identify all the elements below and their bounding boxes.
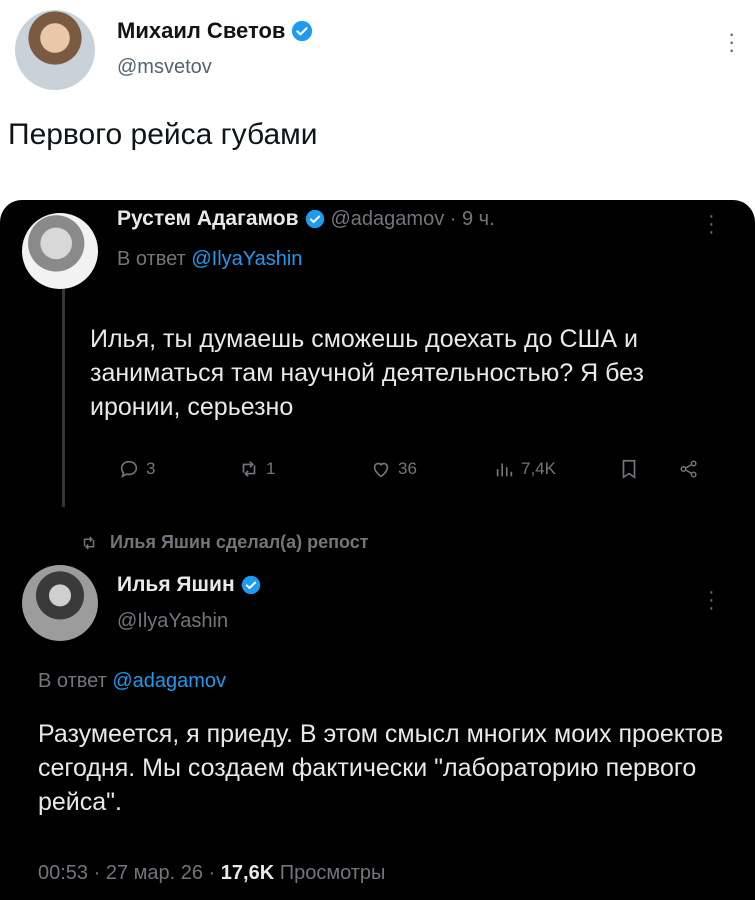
- repost-icon: [242, 461, 256, 477]
- bookmark-icon: [622, 459, 636, 479]
- like-action[interactable]: 36: [370, 458, 417, 480]
- avatar[interactable]: [22, 213, 98, 289]
- tweet-meta: 00:53 · 27 мар. 26 · 17,6K Просмотры: [38, 862, 385, 885]
- repost-count: 1: [266, 459, 276, 478]
- bookmark-action[interactable]: [618, 458, 640, 480]
- author-name-text: Михаил Светов: [117, 18, 286, 43]
- views-action[interactable]: 7,4K: [493, 458, 556, 480]
- reply-author-meta: @adagamov · 9 ч.: [330, 207, 495, 230]
- main-author-handle[interactable]: @IlyaYashin: [117, 610, 228, 633]
- main-tweet-text: Разумеется, я приеду. В этом смысл многи…: [38, 720, 724, 816]
- views-count: 7,4K: [521, 459, 556, 478]
- share-icon: [680, 460, 697, 478]
- more-options-icon[interactable]: · · ·: [708, 582, 715, 618]
- verified-badge-icon: [292, 20, 313, 42]
- views-label: Просмотры: [279, 862, 386, 884]
- reply-context: В ответ @adagamov: [38, 670, 226, 693]
- more-options-icon[interactable]: · · ·: [708, 206, 715, 242]
- repost-icon: [83, 535, 95, 550]
- heart-icon: [373, 462, 389, 478]
- timestamp[interactable]: 00:53 · 27 мар. 26 ·: [38, 862, 215, 884]
- reply-author-name[interactable]: Рустем Адагамов @adagamov · 9 ч.: [117, 207, 495, 231]
- reply-icon: [120, 460, 138, 479]
- share-action[interactable]: [678, 458, 700, 480]
- avatar[interactable]: [15, 10, 95, 90]
- more-options-icon[interactable]: · · ·: [728, 23, 735, 61]
- reply-author-name-text: Рустем Адагамов: [117, 207, 299, 230]
- thread-connector-line: [62, 275, 65, 507]
- reply-to-link[interactable]: @IlyaYashin: [191, 248, 302, 270]
- author-handle[interactable]: @msvetov: [117, 56, 212, 79]
- reply-context: В ответ @IlyaYashin: [117, 248, 302, 271]
- reply-tweet-text: Илья, ты думаешь сможешь доехать до США …: [90, 325, 644, 421]
- views-chart-icon: [496, 463, 513, 477]
- reply-action[interactable]: 3: [118, 458, 155, 480]
- views-total: 17,6K: [220, 862, 275, 884]
- like-count: 36: [398, 459, 417, 478]
- avatar[interactable]: [22, 565, 98, 641]
- verified-badge-icon: [241, 575, 260, 595]
- main-author-name-text: Илья Яшин: [117, 573, 235, 596]
- reply-count: 3: [146, 459, 156, 478]
- reply-prefix: В ответ: [117, 248, 186, 270]
- author-name[interactable]: Михаил Светов: [117, 18, 313, 44]
- action-bar: 3 1 36 7,4K: [118, 458, 718, 488]
- reply-to-link[interactable]: @adagamov: [112, 670, 226, 692]
- repost-notice: Илья Яшин сделал(а) репост: [80, 532, 369, 553]
- repost-notice-text: Илья Яшин сделал(а) репост: [110, 532, 369, 552]
- repost-action[interactable]: 1: [238, 458, 275, 480]
- reply-prefix: В ответ: [38, 670, 107, 692]
- main-author-name[interactable]: Илья Яшин: [117, 573, 261, 597]
- verified-badge-icon: [305, 209, 324, 229]
- tweet-text: Первого рейса губами: [8, 118, 318, 151]
